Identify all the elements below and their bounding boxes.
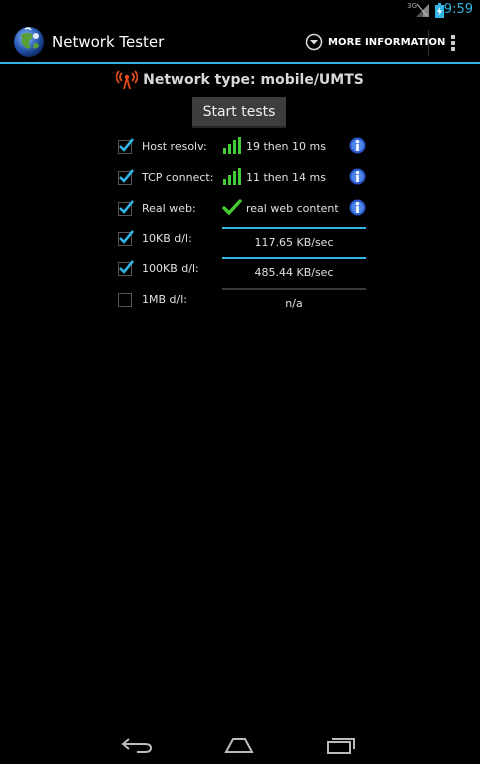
test-row-1mb: 1MB d/l: n/a [0, 288, 480, 314]
tcp-connect-value: 11 then 14 ms [246, 171, 326, 184]
status-bar: 3G 9:59 [0, 0, 480, 22]
checkmark-icon [119, 169, 134, 183]
10kb-speed-value: 117.65 KB/sec [254, 236, 334, 249]
info-icon[interactable] [349, 199, 366, 216]
signal-bars-icon [223, 168, 241, 185]
cell-signal-icon [416, 3, 429, 17]
network-type-header: Network type: mobile/UMTS [0, 70, 480, 90]
1mb-checkbox[interactable] [118, 293, 132, 307]
network-type-text: Network type: mobile/UMTS [143, 72, 364, 88]
more-information-button[interactable]: MORE INFORMATION [305, 31, 446, 53]
10kb-progress-bar: 117.65 KB/sec [222, 227, 366, 253]
10kb-label: 10KB d/l: [142, 232, 192, 245]
app-title: Network Tester [52, 33, 165, 51]
real-web-label: Real web: [142, 202, 196, 215]
system-navigation-bar [0, 724, 480, 764]
home-icon[interactable] [224, 737, 254, 753]
info-icon[interactable] [349, 168, 366, 185]
host-resolv-checkbox[interactable] [118, 138, 134, 154]
1mb-speed-value: n/a [285, 297, 303, 310]
checkmark-icon [119, 230, 134, 244]
battery-icon [435, 3, 444, 18]
100kb-label: 100KB d/l: [142, 262, 199, 275]
check-icon [222, 199, 242, 215]
back-icon[interactable] [121, 736, 153, 754]
start-tests-button[interactable]: Start tests [192, 97, 286, 128]
chevron-down-circle-icon [305, 33, 323, 51]
1mb-progress-bar: n/a [222, 288, 366, 314]
test-row-10kb: 10KB d/l: 117.65 KB/sec [0, 227, 480, 253]
checkmark-icon [119, 260, 134, 274]
1mb-label: 1MB d/l: [142, 293, 187, 306]
real-web-checkbox[interactable] [118, 200, 134, 216]
100kb-speed-value: 485.44 KB/sec [254, 266, 334, 279]
100kb-progress-bar: 485.44 KB/sec [222, 257, 366, 283]
10kb-checkbox[interactable] [118, 230, 134, 246]
test-row-100kb: 100KB d/l: 485.44 KB/sec [0, 257, 480, 283]
test-row-real-web: Real web: real web content [0, 197, 480, 223]
test-row-tcp-connect: TCP connect: 11 then 14 ms [0, 166, 480, 192]
host-resolv-label: Host resolv: [142, 140, 207, 153]
checkmark-icon [119, 200, 134, 214]
globe-app-icon[interactable] [12, 25, 46, 59]
real-web-value: real web content [246, 202, 339, 215]
tcp-connect-label: TCP connect: [142, 171, 214, 184]
recent-apps-icon[interactable] [326, 736, 356, 754]
overflow-menu-icon[interactable] [444, 32, 462, 54]
info-icon[interactable] [349, 137, 366, 154]
checkmark-icon [119, 138, 134, 152]
action-bar-divider [428, 30, 429, 56]
status-time: 9:59 [443, 2, 473, 17]
host-resolv-value: 19 then 10 ms [246, 140, 326, 153]
action-bar: Network Tester MORE INFORMATION [0, 22, 480, 64]
signal-bars-icon [223, 137, 241, 154]
tcp-connect-checkbox[interactable] [118, 169, 134, 185]
test-row-host-resolv: Host resolv: 19 then 10 ms [0, 135, 480, 161]
100kb-checkbox[interactable] [118, 260, 134, 276]
antenna-signal-icon [116, 70, 139, 90]
